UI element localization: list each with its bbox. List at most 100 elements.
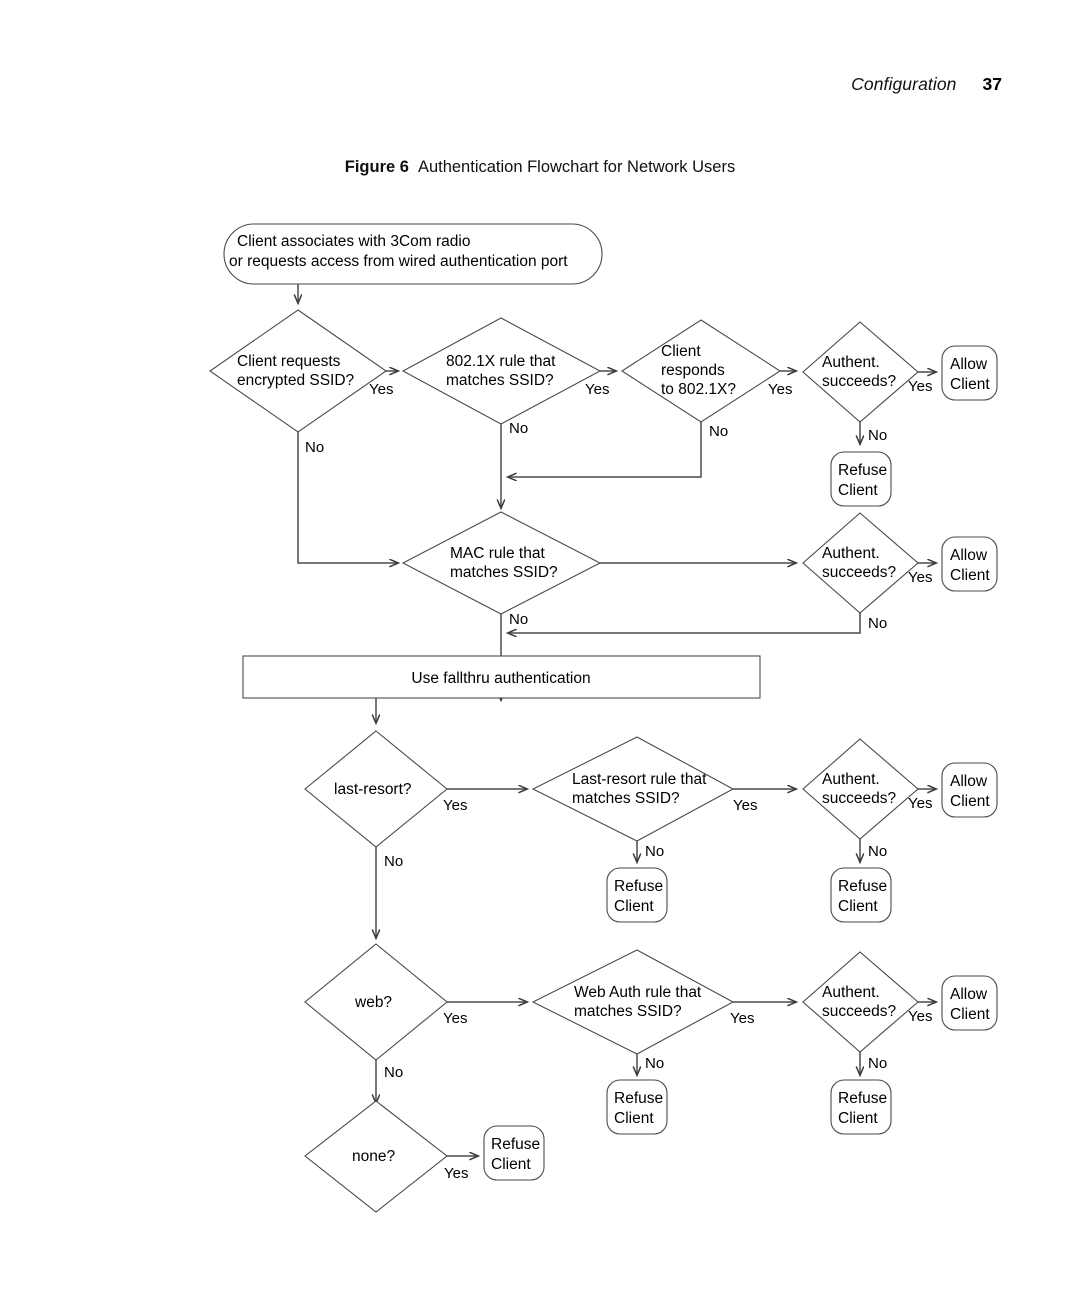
node-allow3-line1: Allow — [950, 773, 988, 790]
node-last-resort: last-resort? — [304, 730, 448, 848]
node-encrypted-line1: Client requests — [237, 353, 341, 370]
node-auth4-line1: Authent. — [822, 984, 880, 1001]
edge-label-auth3-yes: Yes — [908, 795, 932, 812]
edge-label-responds-yes: Yes — [768, 381, 792, 398]
edge-label-lrrule-no: No — [645, 843, 664, 860]
edge-label-auth3-no: No — [868, 843, 887, 860]
node-authent-succeeds-3: Authent. succeeds? — [802, 738, 919, 840]
node-8021x-line2: matches SSID? — [446, 372, 554, 389]
edge-label-mac-no: No — [509, 611, 528, 628]
node-mac-rule-matches-ssid: MAC rule that matches SSID? — [401, 511, 602, 615]
node-authent-succeeds-4: Authent. succeeds? — [802, 951, 919, 1053]
document-page: Configuration 37 Figure 6 Authentication … — [0, 0, 1080, 1296]
node-refuse3-line1: Refuse — [838, 878, 887, 895]
node-lrrule-line2: matches SSID? — [572, 790, 680, 807]
edge-label-encrypted-no: No — [305, 439, 324, 456]
node-allow2-line2: Client — [950, 567, 990, 584]
node-web-auth-rule-matches-ssid: Web Auth rule that matches SSID? — [531, 949, 735, 1055]
node-responds-line2: responds — [661, 362, 725, 379]
node-webrule-line2: matches SSID? — [574, 1003, 682, 1020]
node-mac-line1: MAC rule that — [450, 545, 545, 562]
node-allow2-line1: Allow — [950, 547, 988, 564]
node-allow1-line1: Allow — [950, 356, 988, 373]
node-auth2-line1: Authent. — [822, 545, 880, 562]
node-refuse-lrrule-line1: Refuse — [614, 878, 663, 895]
node-auth1-line2: succeeds? — [822, 373, 896, 390]
node-refuse1-line1: Refuse — [838, 462, 887, 479]
node-refuse-client-lastresort-rule: Refuse Client — [606, 867, 668, 923]
node-refuse-webrule-line2: Client — [614, 1110, 654, 1127]
node-refuse4-line1: Refuse — [838, 1090, 887, 1107]
node-8021x-rule-matches-ssid: 802.1X rule that matches SSID? — [401, 317, 602, 425]
node-allow-client-3: Allow Client — [941, 762, 998, 818]
node-auth1-line1: Authent. — [822, 354, 880, 371]
edge-responds-no — [508, 422, 702, 477]
node-client-requests-encrypted-ssid: Client requests encrypted SSID? — [209, 309, 387, 433]
node-auth4-line2: succeeds? — [822, 1003, 896, 1020]
node-refuse-client-4: Refuse Client — [830, 1079, 892, 1135]
node-responds-line1: Client — [661, 343, 701, 360]
node-lastresort-line1: last-resort? — [334, 781, 412, 798]
node-refuse-client-none: Refuse Client — [483, 1125, 545, 1181]
edge-label-webrule-yes: Yes — [730, 1010, 754, 1027]
node-8021x-line1: 802.1X rule that — [446, 353, 556, 370]
node-auth3-line2: succeeds? — [822, 790, 896, 807]
node-refuse-lrrule-line2: Client — [614, 898, 654, 915]
node-authent-succeeds-1: Authent. succeeds? — [802, 321, 919, 423]
node-refuse-webrule-line1: Refuse — [614, 1090, 663, 1107]
node-allow-client-4: Allow Client — [941, 975, 998, 1031]
node-allow1-line2: Client — [950, 376, 990, 393]
node-allow-client-2: Allow Client — [941, 536, 998, 592]
edge-auth2-no — [508, 613, 861, 633]
node-allow4-line2: Client — [950, 1006, 990, 1023]
node-web: web? — [304, 943, 448, 1061]
node-allow4-line1: Allow — [950, 986, 988, 1003]
node-refuse-client-web-rule: Refuse Client — [606, 1079, 668, 1135]
node-refuse-none-line1: Refuse — [491, 1136, 540, 1153]
edge-label-webrule-no: No — [645, 1055, 664, 1072]
node-web-line1: web? — [354, 994, 392, 1011]
node-start-line2: or requests access from wired authentica… — [229, 253, 568, 270]
edge-label-responds-no: No — [709, 423, 728, 440]
node-refuse4-line2: Client — [838, 1110, 878, 1127]
node-allow3-line2: Client — [950, 793, 990, 810]
edge-label-auth1-no: No — [868, 427, 887, 444]
node-webrule-line1: Web Auth rule that — [574, 984, 702, 1001]
node-allow-client-1: Allow Client — [941, 345, 998, 401]
node-mac-line2: matches SSID? — [450, 564, 558, 581]
node-use-fallthru-authentication: Use fallthru authentication — [242, 655, 761, 699]
node-none-line1: none? — [352, 1148, 395, 1165]
node-refuse-client-1: Refuse Client — [830, 451, 892, 507]
node-start: Client associates with 3Com radio or req… — [223, 223, 603, 285]
node-authent-succeeds-2: Authent. succeeds? — [802, 512, 919, 614]
node-refuse-none-line2: Client — [491, 1156, 531, 1173]
node-auth3-line1: Authent. — [822, 771, 880, 788]
edge-label-encrypted-yes: Yes — [369, 381, 393, 398]
edge-label-web-yes: Yes — [443, 1010, 467, 1027]
node-refuse1-line2: Client — [838, 482, 878, 499]
edge-label-none-yes: Yes — [444, 1165, 468, 1182]
edge-label-auth1-yes: Yes — [908, 378, 932, 395]
node-encrypted-line2: encrypted SSID? — [237, 372, 355, 389]
node-client-responds-8021x: Client responds to 802.1X? — [620, 319, 782, 423]
edge-label-lastresort-yes: Yes — [443, 797, 467, 814]
node-lrrule-line1: Last-resort rule that — [572, 771, 707, 788]
edge-label-lastresort-no: No — [384, 853, 403, 870]
edge-label-8021x-yes: Yes — [585, 381, 609, 398]
node-responds-line3: to 802.1X? — [661, 381, 736, 398]
edge-label-8021x-no: No — [509, 420, 528, 437]
edge-label-lrrule-yes: Yes — [733, 797, 757, 814]
node-refuse-client-3: Refuse Client — [830, 867, 892, 923]
node-start-line1: Client associates with 3Com radio — [237, 233, 470, 250]
edge-label-auth4-yes: Yes — [908, 1008, 932, 1025]
edge-label-auth2-no: No — [868, 615, 887, 632]
node-auth2-line2: succeeds? — [822, 564, 896, 581]
edge-label-web-no: No — [384, 1064, 403, 1081]
node-none: none? — [304, 1100, 448, 1213]
authentication-flowchart: Client associates with 3Com radio or req… — [0, 0, 1080, 1296]
node-last-resort-rule-matches-ssid: Last-resort rule that matches SSID? — [531, 736, 735, 842]
edge-label-auth4-no: No — [868, 1055, 887, 1072]
edge-label-auth2-yes: Yes — [908, 569, 932, 586]
node-refuse3-line2: Client — [838, 898, 878, 915]
node-fallthru-label: Use fallthru authentication — [411, 670, 590, 687]
